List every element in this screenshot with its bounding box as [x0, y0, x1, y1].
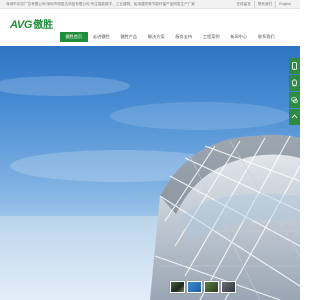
slider-thumb-4[interactable] [221, 281, 236, 293]
nav-item-products[interactable]: 傲胜产品 [115, 32, 143, 42]
stadium-illustration [0, 76, 300, 300]
site-header: AVG 傲胜 傲胜首页 走进傲胜 傲胜产品 解决方案 服务支持 工程案例 新闻中… [0, 9, 300, 46]
top-link-english[interactable]: English [275, 1, 294, 8]
nav-item-support[interactable]: 服务支持 [170, 32, 198, 42]
slider-thumb-2[interactable] [187, 281, 202, 293]
nav-item-contact[interactable]: 联系我们 [253, 32, 281, 42]
logo-text-en: AVG [10, 19, 33, 31]
sidebar-top-button[interactable] [289, 109, 300, 125]
hero-banner [0, 46, 300, 300]
nav-item-cases[interactable]: 工程案例 [198, 32, 226, 42]
logo[interactable]: AVG 傲胜 [10, 16, 53, 31]
main-nav: 傲胜首页 走进傲胜 傲胜产品 解决方案 服务支持 工程案例 新闻中心 联系我们 [60, 32, 280, 42]
sidebar-qq-button[interactable] [289, 75, 300, 91]
nav-item-about[interactable]: 走进傲胜 [88, 32, 116, 42]
top-link-message[interactable]: 在线留言 [233, 1, 253, 8]
top-link-contact[interactable]: 联系我们 [253, 1, 275, 8]
site-tagline: 深圳市乐凯广告有限公司/深圳市恒胜达科技有限公司 专注智能楼宇、工业建筑、民用建… [6, 2, 195, 6]
slider-thumbnails [170, 281, 236, 293]
floating-sidebar [289, 58, 300, 125]
sidebar-phone-button[interactable] [289, 58, 300, 74]
top-bar: 深圳市乐凯广告有限公司/深圳市恒胜达科技有限公司 专注智能楼宇、工业建筑、民用建… [0, 0, 300, 9]
logo-text-cn: 傲胜 [33, 20, 54, 31]
qq-icon [291, 79, 298, 87]
nav-item-home[interactable]: 傲胜首页 [60, 32, 88, 42]
nav-item-solutions[interactable]: 解决方案 [143, 32, 171, 42]
slider-thumb-1[interactable] [170, 281, 185, 293]
sidebar-wechat-button[interactable] [289, 92, 300, 108]
arrow-up-icon [291, 114, 298, 119]
wechat-icon [291, 96, 298, 104]
slider-thumb-3[interactable] [204, 281, 219, 293]
top-links: 在线留言 联系我们 English [233, 1, 294, 8]
phone-icon [292, 62, 297, 70]
nav-item-news[interactable]: 新闻中心 [225, 32, 253, 42]
